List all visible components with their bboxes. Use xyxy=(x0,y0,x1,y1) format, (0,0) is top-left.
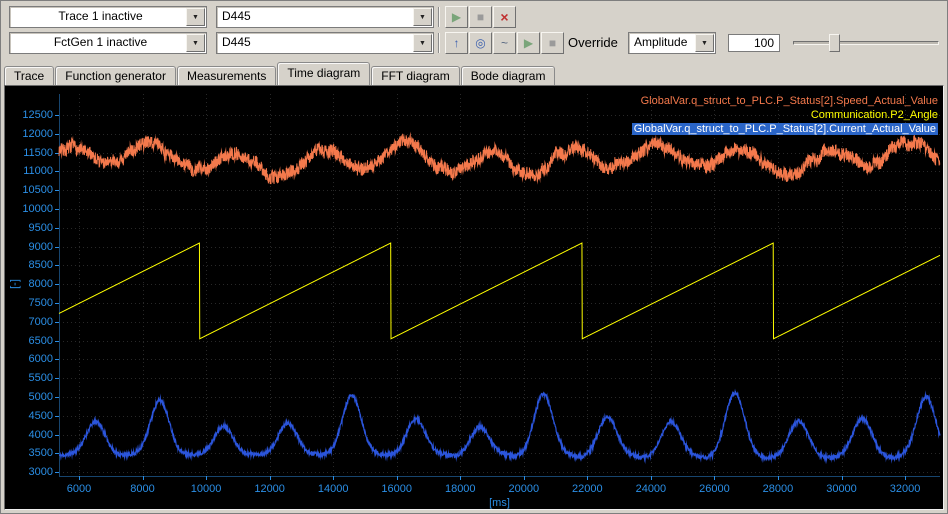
start-trace-button[interactable]: ▶ xyxy=(445,6,468,28)
signal-shape-button[interactable]: ~ xyxy=(493,32,516,54)
override-value-input[interactable] xyxy=(728,34,780,52)
red-cross-icon: × xyxy=(500,9,509,25)
takeover-values-button[interactable]: ↑ xyxy=(445,32,468,54)
fctgen-channel-combo[interactable]: FctGen 1 inactive ▼ xyxy=(9,32,207,54)
trace-device-value: D445 xyxy=(222,9,251,23)
x-axis-unit: [ms] xyxy=(489,497,510,509)
legend-label: GlobalVar.q_struct_to_PLC.P_Status[2].Sp… xyxy=(640,95,938,107)
legend-item[interactable]: GlobalVar.q_struct_to_PLC.P_Status[2].Cu… xyxy=(631,123,938,136)
chart-panel: 12500 12000 11500 11000 10500 10000 9500 9000 85… xyxy=(4,85,944,510)
stop-trace-button[interactable]: ■ xyxy=(469,6,492,28)
chevron-down-icon[interactable]: ▼ xyxy=(413,8,432,26)
toolbar-separator xyxy=(438,7,440,27)
trace-plot-canvas[interactable] xyxy=(5,86,943,509)
y-axis-unit: [-] xyxy=(9,279,21,289)
fctgen-channel-value: FctGen 1 inactive xyxy=(53,35,148,49)
chevron-down-icon[interactable]: ▼ xyxy=(695,34,714,52)
trace-channel-combo[interactable]: Trace 1 inactive ▼ xyxy=(9,6,207,28)
start-fctgen-button[interactable]: ▶ xyxy=(517,32,540,54)
trigger-settings-button[interactable]: ◎ xyxy=(469,32,492,54)
tab-strip: Trace Function generator Measurements Time … xyxy=(4,62,944,85)
override-parameter-combo[interactable]: Amplitude ▼ xyxy=(628,32,716,54)
wave-icon: ~ xyxy=(500,36,508,50)
up-arrow-icon: ↑ xyxy=(453,36,460,50)
override-parameter-value: Amplitude xyxy=(634,35,688,49)
override-slider-thumb[interactable] xyxy=(829,34,840,52)
override-slider-track[interactable] xyxy=(793,41,939,45)
trace-device-combo[interactable]: D445 ▼ xyxy=(216,6,434,28)
toolbar-separator xyxy=(438,33,440,53)
legend: GlobalVar.q_struct_to_PLC.P_Status[2].Sp… xyxy=(631,95,938,137)
stop-icon: ■ xyxy=(548,36,557,50)
tab-time-diagram[interactable]: Time diagram xyxy=(277,62,371,85)
play-icon: ▶ xyxy=(451,10,462,24)
override-label: Override xyxy=(568,35,618,50)
stop-icon: ■ xyxy=(476,10,485,24)
tab-measurements[interactable]: Measurements xyxy=(176,66,277,85)
tab-bode-diagram[interactable]: Bode diagram xyxy=(460,66,556,85)
fctgen-device-combo[interactable]: D445 ▼ xyxy=(216,32,434,54)
play-icon: ▶ xyxy=(523,36,534,50)
tab-fft-diagram[interactable]: FFT diagram xyxy=(371,66,460,85)
legend-label: GlobalVar.q_struct_to_PLC.P_Status[2].Cu… xyxy=(631,123,938,135)
trace-channel-value: Trace 1 inactive xyxy=(58,9,143,23)
legend-label: Communication.P2_Angle xyxy=(810,109,938,121)
legend-item[interactable]: GlobalVar.q_struct_to_PLC.P_Status[2].Sp… xyxy=(632,95,938,108)
target-icon: ◎ xyxy=(475,36,486,50)
chevron-down-icon[interactable]: ▼ xyxy=(186,8,205,26)
reset-trace-button[interactable]: × xyxy=(493,6,516,28)
app-window: Trace 1 inactive ▼ D445 ▼ FctGen 1 inact… xyxy=(0,0,948,514)
fctgen-device-value: D445 xyxy=(222,35,251,49)
legend-item[interactable]: Communication.P2_Angle xyxy=(632,109,938,122)
chevron-down-icon[interactable]: ▼ xyxy=(413,34,432,52)
tab-function-generator[interactable]: Function generator xyxy=(55,66,176,85)
tab-trace[interactable]: Trace xyxy=(4,66,55,85)
chevron-down-icon[interactable]: ▼ xyxy=(186,34,205,52)
stop-fctgen-button[interactable]: ■ xyxy=(541,32,564,54)
